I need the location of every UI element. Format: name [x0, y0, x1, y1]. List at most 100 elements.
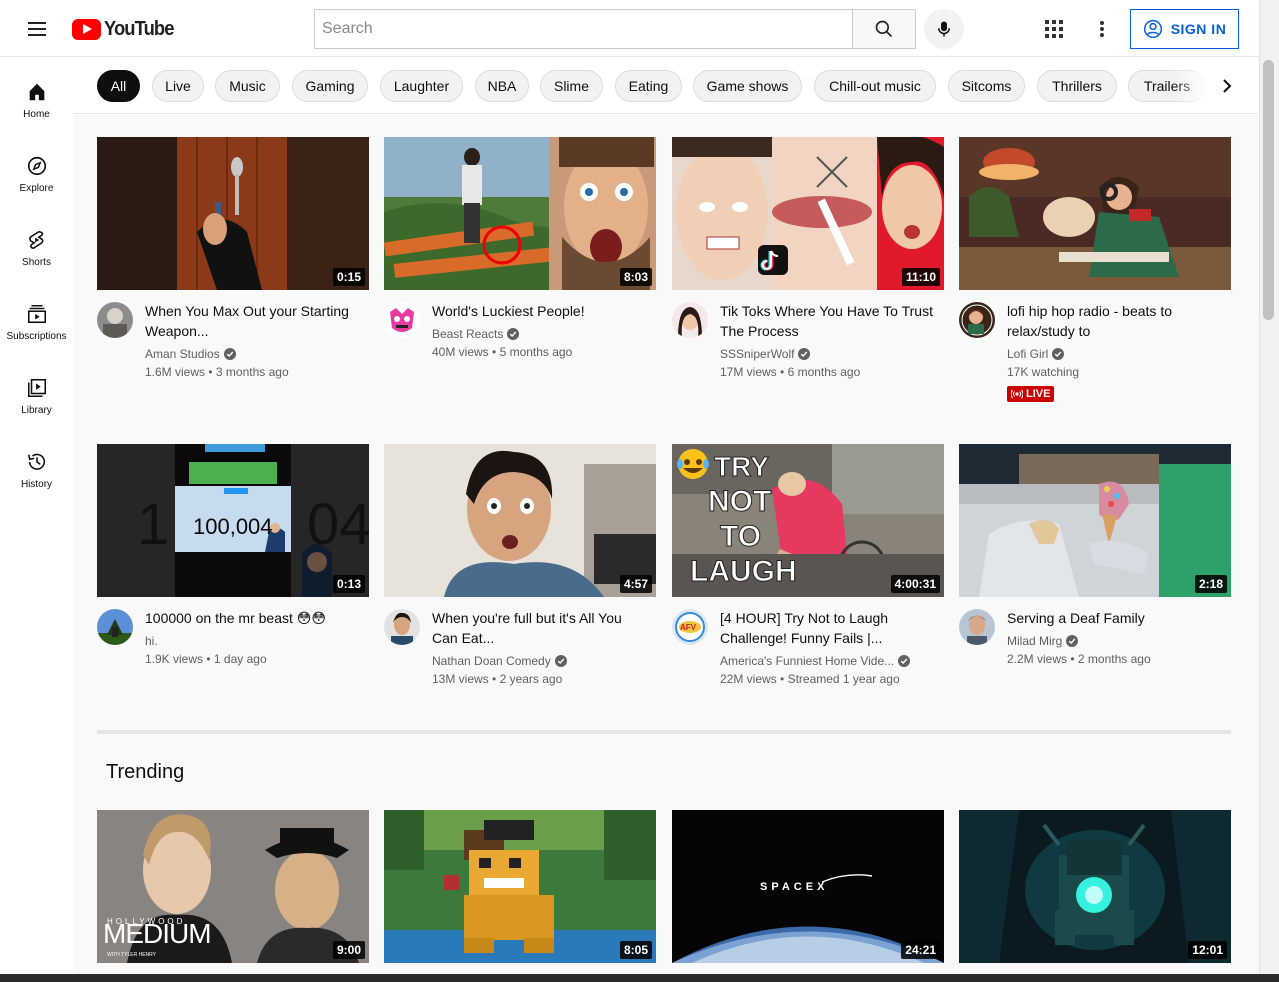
video-thumbnail[interactable]: TRY NOT TO LAUGH 4:00:31: [672, 444, 944, 597]
sidebar-item-home[interactable]: Home: [0, 71, 73, 131]
video-title[interactable]: [4 HOUR] Try Not to Laugh Challenge! Fun…: [720, 608, 938, 648]
video-thumbnail[interactable]: [959, 137, 1231, 290]
view-count: 1.9K views: [145, 652, 204, 666]
video-title[interactable]: lofi hip hop radio - beats to relax/stud…: [1007, 301, 1225, 341]
video-thumbnail[interactable]: SPACEX 24:21: [672, 810, 944, 963]
youtube-logo[interactable]: YouTube: [72, 16, 180, 42]
svg-text:NOT: NOT: [708, 485, 771, 518]
search-button[interactable]: [852, 9, 916, 49]
video-thumbnail[interactable]: 11:10: [672, 137, 944, 290]
channel-name-row[interactable]: Aman Studios: [145, 347, 363, 361]
subscriptions-icon: [27, 305, 46, 324]
video-duration: 9:00: [332, 941, 365, 959]
video-meta: 1.6M views • 3 months ago: [145, 365, 289, 379]
channel-name-row[interactable]: SSSniperWolf: [720, 347, 938, 361]
hamburger-menu-icon[interactable]: [22, 14, 52, 44]
compass-icon: [27, 156, 46, 176]
verified-check-icon: [554, 655, 567, 667]
channel-name: Milad Mirg: [1007, 634, 1063, 648]
page-scrollbar[interactable]: [1259, 0, 1279, 982]
channel-avatar[interactable]: AFV: [672, 609, 708, 645]
video-title[interactable]: When You Max Out your Starting Weapon...: [145, 301, 363, 341]
video-duration: 4:57: [619, 575, 652, 593]
channel-name-row[interactable]: Nathan Doan Comedy: [432, 654, 650, 668]
channel-avatar[interactable]: [672, 302, 708, 338]
channel-name: hi.: [145, 634, 158, 648]
channel-name: Lofi Girl: [1007, 347, 1049, 361]
chip-live[interactable]: Live: [152, 70, 204, 102]
video-title[interactable]: Tik Toks Where You Have To Trust The Pro…: [720, 301, 938, 341]
video-thumbnail[interactable]: 8:05: [384, 810, 656, 963]
library-icon: [27, 378, 46, 398]
play-logo-icon: [72, 18, 101, 40]
video-thumbnail[interactable]: HOLLYWOOD WITH TYLER HENRY MEDIUM 9:00: [97, 810, 369, 963]
watching-count: 17K watching: [1007, 365, 1080, 379]
chip-eating[interactable]: Eating: [615, 70, 682, 102]
video-meta: 17K watching: [1007, 365, 1225, 379]
video-duration: 0:13: [332, 575, 365, 593]
video-duration: 4:00:31: [890, 575, 940, 593]
sidebar-item-explore[interactable]: Explore: [0, 145, 73, 205]
channel-avatar[interactable]: [384, 609, 420, 645]
sidebar-item-library[interactable]: Library: [0, 367, 73, 427]
channel-name-row[interactable]: Milad Mirg: [1007, 634, 1225, 648]
chip-thrillers[interactable]: Thrillers: [1037, 70, 1117, 102]
voice-search-button[interactable]: [924, 9, 964, 49]
video-meta: 13M views • 2 years ago: [432, 672, 563, 686]
sign-in-button[interactable]: SIGN IN: [1130, 9, 1239, 49]
chip-sitcoms[interactable]: Sitcoms: [948, 70, 1025, 102]
video-title[interactable]: World's Luckiest People!: [432, 301, 650, 321]
svg-text:1: 1: [137, 492, 169, 557]
live-broadcast-icon: [1011, 389, 1023, 399]
video-meta: 2.2M views • 2 months ago: [1007, 652, 1151, 666]
sidebar-item-shorts[interactable]: Shorts: [0, 219, 73, 279]
channel-avatar[interactable]: [97, 302, 133, 338]
chip-gaming[interactable]: Gaming: [292, 70, 368, 102]
shorts-icon: [28, 230, 44, 250]
channel-avatar[interactable]: [959, 609, 995, 645]
chevron-right-icon[interactable]: [1213, 72, 1241, 100]
video-thumbnail[interactable]: 12:01: [959, 810, 1231, 963]
sidebar-item-subscriptions[interactable]: Subscriptions: [0, 293, 73, 353]
video-thumbnail[interactable]: 0:15: [97, 137, 369, 290]
svg-text:TO: TO: [720, 520, 761, 553]
channel-name-row[interactable]: Lofi Girl: [1007, 347, 1225, 361]
chip-all[interactable]: All: [97, 70, 140, 102]
video-title[interactable]: When you're full but it's All You Can Ea…: [432, 608, 650, 648]
search-input[interactable]: [315, 10, 853, 48]
channel-name-row[interactable]: America's Funniest Home Vide...: [720, 654, 938, 668]
scrollbar-thumb[interactable]: [1263, 60, 1274, 320]
apps-grid-icon[interactable]: [1040, 14, 1068, 44]
sidebar-label: Home: [23, 109, 50, 120]
more-options-icon[interactable]: [1088, 14, 1116, 44]
home-icon: [29, 83, 44, 101]
video-title[interactable]: Serving a Deaf Family: [1007, 608, 1225, 628]
chip-chill-out-music[interactable]: Chill-out music: [814, 70, 936, 102]
verified-check-icon: [798, 348, 811, 360]
upload-age: 2 years ago: [499, 672, 563, 686]
chip-music[interactable]: Music: [215, 70, 280, 102]
chip-nba[interactable]: NBA: [475, 70, 529, 102]
thumbnail-counter: 100,004: [193, 514, 273, 539]
spacex-logo-text: SPACEX: [760, 881, 828, 893]
sidebar-item-history[interactable]: History: [0, 441, 73, 501]
chip-slime[interactable]: Slime: [540, 70, 603, 102]
chip-game-shows[interactable]: Game shows: [693, 70, 802, 102]
video-thumbnail[interactable]: 2:18: [959, 444, 1231, 597]
channel-avatar[interactable]: [959, 302, 995, 338]
channel-avatar[interactable]: [97, 609, 133, 645]
video-meta: 40M views • 5 months ago: [432, 345, 573, 359]
chip-laughter[interactable]: Laughter: [380, 70, 463, 102]
video-thumbnail[interactable]: 8:03: [384, 137, 656, 290]
search-field[interactable]: [314, 9, 853, 49]
channel-name-row[interactable]: Beast Reacts: [432, 327, 650, 341]
sidebar-label: Explore: [19, 183, 54, 194]
video-duration: 8:05: [619, 941, 652, 959]
channel-avatar[interactable]: [384, 302, 420, 338]
video-thumbnail[interactable]: 4:57: [384, 444, 656, 597]
trending-section-title: Trending: [106, 761, 185, 783]
svg-text:LAUGH: LAUGH: [690, 555, 797, 588]
channel-name-row[interactable]: hi.: [145, 634, 363, 648]
video-title[interactable]: 100000 on the mr beast 😳😳: [145, 608, 363, 628]
video-thumbnail[interactable]: 1 04 100,004 0:13: [97, 444, 369, 597]
